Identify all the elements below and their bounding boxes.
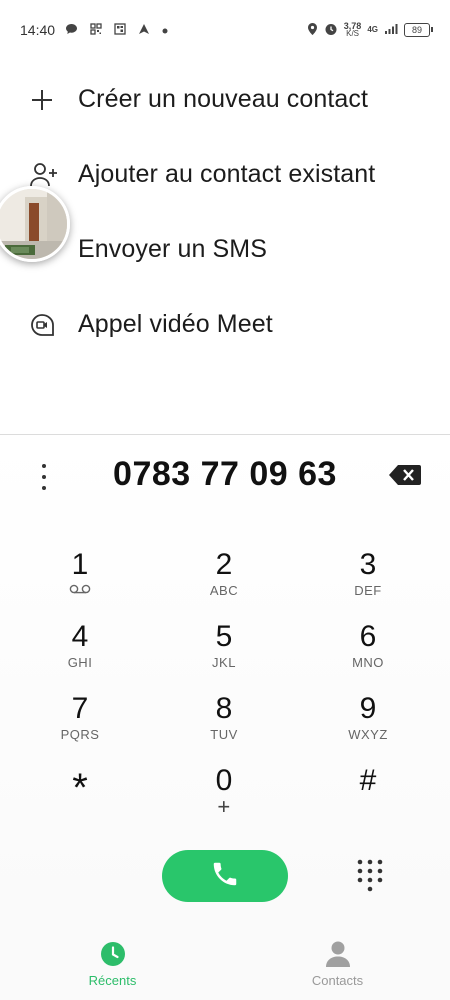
key-letters: + [217, 794, 231, 819]
person-add-icon [30, 162, 78, 188]
key-letters: ABC [209, 583, 239, 598]
location-icon [307, 22, 318, 39]
network-speed: 3,78 K/S [344, 22, 362, 38]
meet-video-call-option[interactable]: Appel vidéo Meet [0, 287, 450, 362]
create-contact-label: Créer un nouveau contact [78, 85, 369, 113]
key-digit: 9 [359, 692, 377, 725]
meet-video-icon [30, 313, 78, 337]
key-5[interactable]: 5 JKL [174, 620, 274, 688]
key-digit: * [72, 766, 88, 810]
bottom-navigation: Récents Contacts [0, 925, 450, 1000]
nav-contacts-label: Contacts [311, 973, 364, 988]
key-star[interactable]: * [30, 764, 130, 832]
key-digit: 7 [71, 692, 89, 725]
key-7[interactable]: 7 PQRS [30, 692, 130, 760]
network-type: 4G [367, 25, 378, 34]
create-contact-option[interactable]: Créer un nouveau contact [0, 62, 450, 137]
key-letters: TUV [210, 727, 238, 742]
add-to-contact-option[interactable]: Ajouter au contact existant [0, 137, 450, 212]
key-digit: 3 [359, 548, 377, 581]
key-letters: PQRS [60, 727, 100, 742]
key-1[interactable]: 1 [30, 548, 130, 616]
key-digit: # [359, 764, 377, 797]
nav-recents-label: Récents [88, 973, 137, 988]
status-time: 14:40 [20, 22, 56, 38]
battery-icon: 89 [404, 23, 433, 37]
key-letters: GHI [67, 655, 93, 670]
status-bar: 14:40 3,78 K/S 4G 89 [0, 0, 450, 60]
dialpad-toggle-icon[interactable] [356, 858, 384, 894]
key-8[interactable]: 8 TUV [174, 692, 274, 760]
send-sms-label: Envoyer un SMS [78, 235, 267, 263]
nav-contacts[interactable]: Contacts [225, 925, 450, 1000]
key-digit: 5 [215, 620, 233, 653]
person-icon [325, 939, 351, 969]
key-6[interactable]: 6 MNO [318, 620, 418, 688]
key-hash[interactable]: # [318, 764, 418, 832]
voicemail-icon [69, 582, 91, 600]
key-digit: 0 [215, 764, 233, 797]
phone-icon [210, 859, 240, 894]
backspace-icon[interactable] [388, 463, 422, 492]
clock-icon [100, 939, 126, 969]
key-digit: 4 [71, 620, 89, 653]
status-right-icons: 3,78 K/S 4G 89 [307, 22, 433, 39]
key-letters: WXYZ [348, 727, 388, 742]
key-2[interactable]: 2 ABC [174, 548, 274, 616]
nav-recents[interactable]: Récents [0, 925, 225, 1000]
key-3[interactable]: 3 DEF [318, 548, 418, 616]
key-digit: 1 [71, 548, 89, 581]
key-4[interactable]: 4 GHI [30, 620, 130, 688]
dialed-number: 0783 77 09 63 [113, 455, 337, 493]
dot-icon [162, 23, 168, 37]
qr-icon [114, 22, 126, 38]
key-letters: DEF [354, 583, 382, 598]
signal-icon [384, 23, 398, 38]
add-to-contact-label: Ajouter au contact existant [78, 160, 376, 188]
plus-icon [30, 88, 78, 112]
key-letters: MNO [352, 655, 384, 670]
chat-bubble-icon [65, 23, 78, 38]
call-button[interactable] [162, 850, 288, 902]
key-digit: 8 [215, 692, 233, 725]
key-9[interactable]: 9 WXYZ [318, 692, 418, 760]
navigation-arrow-icon [138, 23, 150, 38]
speed-unit: K/S [346, 29, 360, 38]
key-0[interactable]: 0 + [174, 764, 274, 832]
alarm-icon [324, 22, 338, 39]
key-digit: 6 [359, 620, 377, 653]
status-left-icons [65, 22, 168, 38]
qr-icon [90, 22, 102, 38]
key-letters: JKL [212, 655, 236, 670]
meet-video-call-label: Appel vidéo Meet [78, 310, 273, 338]
key-digit: 2 [215, 548, 233, 581]
